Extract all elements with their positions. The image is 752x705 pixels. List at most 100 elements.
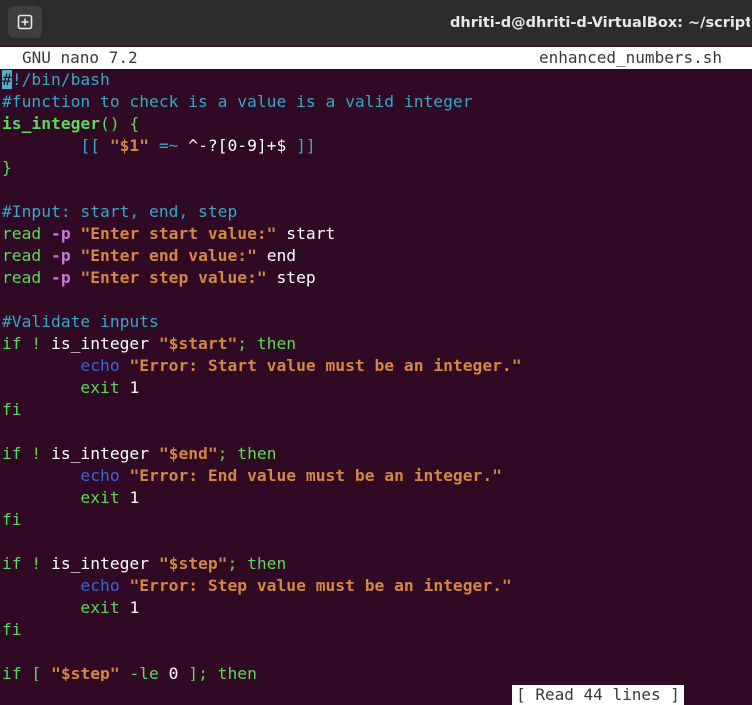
code-line: fi: [2, 399, 750, 421]
code-line: exit 1: [2, 597, 750, 619]
code-token: "Error: Step value must be an integer.": [129, 576, 512, 595]
code-token: fi: [2, 620, 22, 639]
code-token: () {: [100, 114, 140, 133]
code-token: read: [2, 268, 52, 287]
text-cursor: #: [2, 70, 12, 89]
code-line: }: [2, 157, 750, 179]
editor-text-area[interactable]: #!/bin/bash #function to check is a value…: [2, 69, 750, 681]
code-token: echo: [80, 466, 120, 485]
code-token: step: [266, 268, 316, 287]
code-token: start: [276, 224, 336, 243]
code-token: !/bin/bash: [11, 70, 110, 89]
code-token: read: [2, 224, 52, 243]
code-token: ; then: [237, 334, 297, 353]
code-token: echo: [80, 576, 120, 595]
code-token: fi: [2, 400, 22, 419]
code-token: ]]: [286, 136, 316, 155]
code-token: 1: [119, 598, 140, 617]
code-token: [[: [2, 136, 110, 155]
code-token: -le: [119, 664, 169, 681]
code-token: exit: [80, 378, 120, 397]
code-line: is_integer() {: [2, 113, 750, 135]
code-line: read -p "Enter step value:" step: [2, 267, 750, 289]
code-token: "Error: Start value must be an integer.": [129, 356, 522, 375]
code-token: #function to check is a value is a valid…: [2, 92, 473, 111]
code-line: #Input: start, end, step: [2, 201, 750, 223]
nano-filename: enhanced_numbers.sh: [538, 48, 722, 67]
code-line: echo "Error: End value must be an intege…: [2, 465, 750, 487]
code-token: is_integer: [51, 444, 159, 463]
code-line: read -p "Enter end value:" end: [2, 245, 750, 267]
code-token: is_integer: [51, 554, 159, 573]
code-token: -p: [51, 268, 71, 287]
code-token: exit: [80, 598, 120, 617]
code-token: if !: [2, 334, 52, 353]
code-token: "$step": [158, 554, 228, 573]
title-bar: dhriti-d@dhriti-d-VirtualBox: ~/scripts: [0, 0, 752, 46]
code-token: 0: [168, 664, 179, 681]
code-token: "Enter start value:": [80, 224, 277, 243]
code-line: if ! is_integer "$end"; then: [2, 443, 750, 465]
code-token: if !: [2, 444, 52, 463]
code-line: fi: [2, 619, 750, 641]
code-line: echo "Error: Step value must be an integ…: [2, 575, 750, 597]
new-tab-button[interactable]: [8, 6, 42, 38]
code-token: echo: [80, 356, 120, 375]
code-token: "Error: End value must be an integer.": [129, 466, 502, 485]
code-token: read: [2, 246, 52, 265]
code-line: exit 1: [2, 487, 750, 509]
code-token: "Enter step value:": [80, 268, 267, 287]
code-line: if ! is_integer "$step"; then: [2, 553, 750, 575]
code-token: "Enter end value:": [80, 246, 257, 265]
code-line: #function to check is a value is a valid…: [2, 91, 750, 113]
new-tab-icon: [17, 14, 33, 30]
code-token: ; then: [227, 554, 287, 573]
code-token: -p: [51, 246, 71, 265]
code-token: ^-?[0-9]+$: [188, 136, 287, 155]
code-token: ]; then: [178, 664, 257, 681]
code-line: #Validate inputs: [2, 311, 750, 333]
code-token: if !: [2, 554, 52, 573]
code-token: #Input: start, end, step: [2, 202, 238, 221]
code-line: if [ "$step" -le 0 ]; then: [2, 663, 750, 681]
code-line: echo "Error: Start value must be an inte…: [2, 355, 750, 377]
code-token: }: [2, 158, 12, 177]
window-title: dhriti-d@dhriti-d-VirtualBox: ~/scripts: [450, 15, 750, 31]
code-token: end: [256, 246, 297, 265]
nano-version: GNU nano 7.2: [22, 48, 138, 67]
nano-status-message: [ Read 44 lines ]: [512, 685, 684, 705]
code-token: exit: [80, 488, 120, 507]
code-token: 1: [119, 378, 140, 397]
code-line: #!/bin/bash: [2, 69, 750, 91]
code-line: fi: [2, 509, 750, 531]
code-token: #Validate inputs: [2, 312, 159, 331]
code-token: "$step": [51, 664, 120, 681]
code-token: -p: [51, 224, 71, 243]
code-token: is_integer: [2, 114, 101, 133]
code-token: =~: [149, 136, 189, 155]
nano-header: GNU nano 7.2 enhanced_numbers.sh: [0, 47, 752, 69]
terminal-window[interactable]: dhriti-d@dhriti-d-VirtualBox: ~/scripts …: [0, 0, 752, 705]
code-token: ; then: [217, 444, 277, 463]
code-line: [[ "$1" =~ ^-?[0-9]+$ ]]: [2, 135, 750, 157]
code-line: if ! is_integer "$start"; then: [2, 333, 750, 355]
code-token: "$1": [109, 136, 150, 155]
code-line: read -p "Enter start value:" start: [2, 223, 750, 245]
